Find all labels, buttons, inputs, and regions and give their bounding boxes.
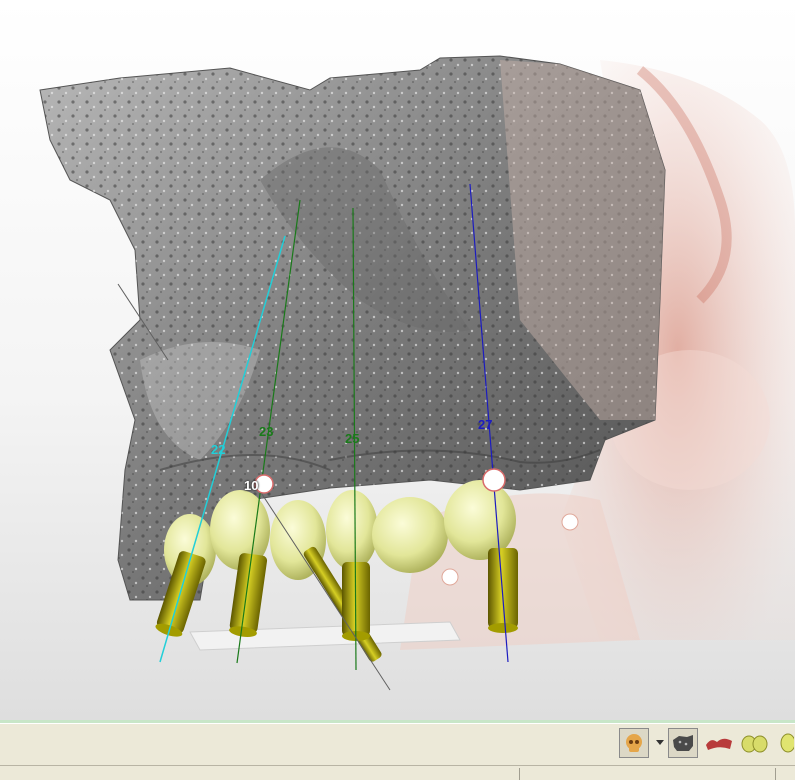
crown-icon bbox=[780, 733, 794, 753]
bone-icon bbox=[673, 735, 693, 751]
scene-svg bbox=[39, 55, 795, 691]
status-separator bbox=[519, 768, 520, 780]
status-separator bbox=[775, 768, 776, 780]
teeth-icon bbox=[741, 735, 768, 753]
status-bar bbox=[0, 765, 795, 780]
skull-icon bbox=[626, 734, 642, 752]
3d-viewport[interactable]: 22 23 25 27 10 bbox=[0, 0, 795, 720]
view-toolbar bbox=[0, 723, 795, 766]
view-options-dropdown[interactable] bbox=[654, 728, 666, 758]
soft-tissue-button[interactable] bbox=[704, 728, 734, 758]
implant-label-27[interactable]: 27 bbox=[478, 418, 492, 432]
implant-label-23[interactable]: 23 bbox=[259, 425, 273, 439]
implant-label-22[interactable]: 22 bbox=[211, 443, 225, 457]
implant-27-top-marker bbox=[482, 468, 506, 492]
implant-label-25[interactable]: 25 bbox=[345, 432, 359, 446]
teeth-button[interactable] bbox=[740, 728, 770, 758]
nerve-point-label-10[interactable]: 10 bbox=[244, 479, 258, 493]
soft-tissue-icon bbox=[706, 738, 732, 750]
chevron-down-icon bbox=[656, 740, 664, 745]
crown-button[interactable] bbox=[776, 728, 795, 758]
bone-surface-button[interactable] bbox=[668, 728, 698, 758]
skull-view-button[interactable] bbox=[619, 728, 649, 758]
